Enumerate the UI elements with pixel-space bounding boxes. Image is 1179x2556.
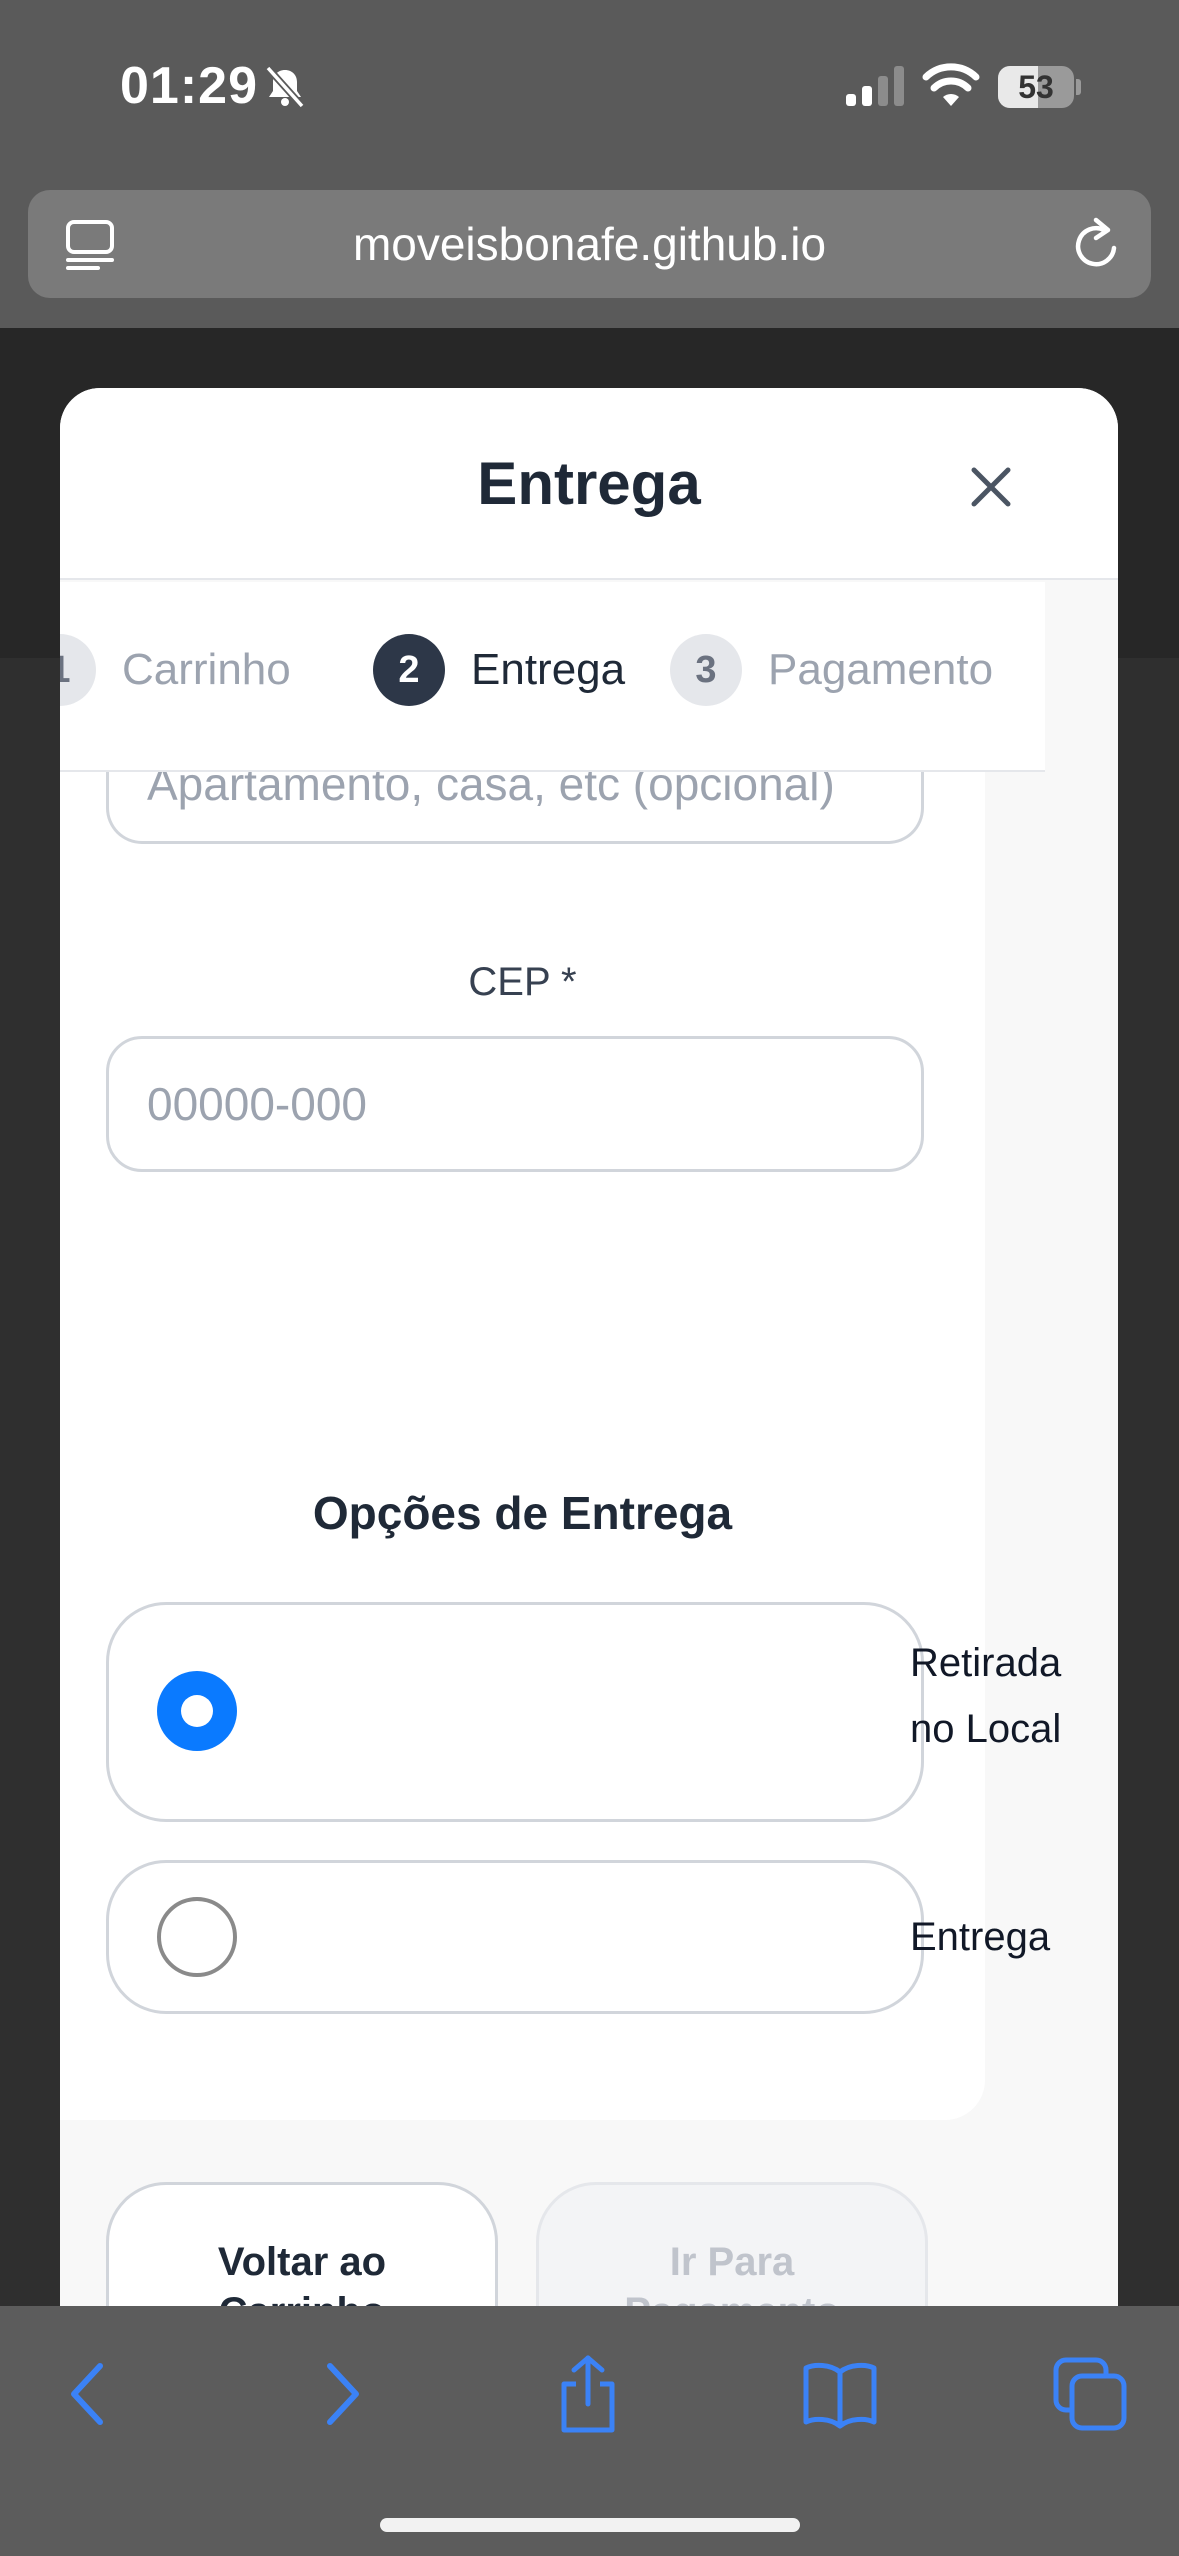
chevron-right-icon[interactable] [302, 2354, 382, 2434]
delivery-options-title: Opções de Entrega [312, 1487, 733, 1539]
step-number: 2 [373, 634, 445, 706]
home-indicator [380, 2518, 800, 2532]
delivery-radio[interactable] [157, 1897, 237, 1977]
wifi-icon [922, 63, 980, 106]
step-cart[interactable]: 1 Carrinho [60, 634, 291, 706]
status-time: 01:29 [120, 57, 258, 115]
step-payment[interactable]: 3 Pagamento [670, 634, 993, 706]
modal-header: Entrega [60, 388, 1118, 580]
delivery-options-card: Opções de Entrega Retirada no Local Entr… [60, 1418, 1061, 2120]
url-text[interactable]: moveisbonafe.github.io [28, 190, 1151, 298]
share-icon[interactable] [548, 2354, 628, 2434]
book-icon[interactable] [800, 2354, 880, 2434]
step-number: 3 [670, 634, 742, 706]
browser-chrome: 01:29 53 moveisbonafe.github.io [0, 0, 1179, 328]
modal-title: Entrega [477, 450, 701, 517]
cep-label: CEP * [468, 960, 577, 1004]
option-delivery[interactable] [106, 1860, 924, 2014]
checkout-steps: 1 Carrinho 2 Entrega 3 Pagamento [60, 582, 1045, 772]
step-label: Carrinho [122, 645, 291, 694]
tabs-icon[interactable] [1050, 2354, 1130, 2434]
delivery-modal: Entrega Apartamento, casa, etc (opcional… [60, 388, 1118, 2408]
option-pickup-label: Retirada no Local [910, 1641, 1062, 1751]
step-label: Pagamento [768, 645, 994, 694]
step-number: 1 [60, 634, 96, 706]
chevron-left-icon[interactable] [48, 2354, 128, 2434]
close-icon[interactable] [966, 462, 1016, 512]
step-delivery[interactable]: 2 Entrega [373, 634, 625, 706]
option-delivery-label: Entrega [910, 1915, 1051, 1959]
battery-indicator: 53 [998, 66, 1081, 108]
reload-icon[interactable] [1068, 214, 1126, 274]
pickup-radio[interactable] [157, 1671, 237, 1751]
address-bar[interactable]: moveisbonafe.github.io [28, 190, 1151, 298]
cellular-signal-icon [846, 66, 904, 106]
bell-slash-icon [265, 65, 305, 109]
cep-input[interactable]: 00000-000 [106, 1036, 924, 1172]
step-label: Entrega [471, 645, 626, 694]
browser-toolbar [0, 2306, 1179, 2556]
battery-percent: 53 [1018, 69, 1054, 105]
option-pickup[interactable] [106, 1602, 924, 1822]
